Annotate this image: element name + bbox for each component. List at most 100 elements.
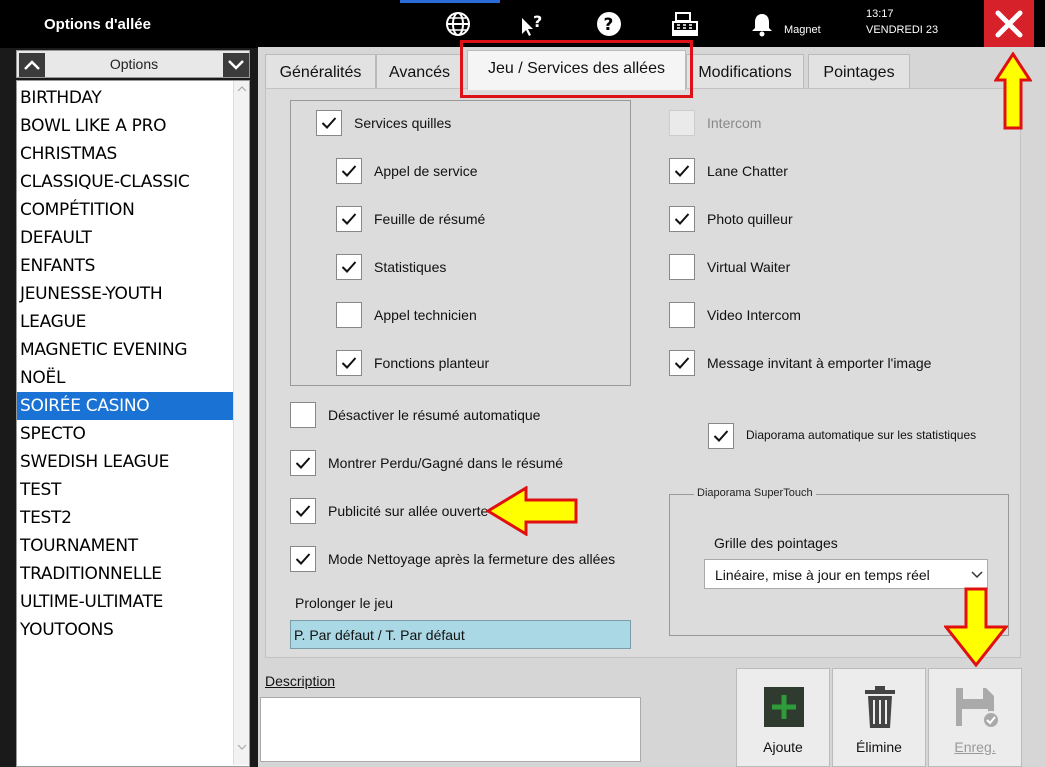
checkmark-icon — [341, 261, 357, 273]
list-item[interactable]: TRADITIONNELLE — [17, 560, 234, 588]
right-option-5-label: Message invitant à emporter l'image — [707, 355, 932, 371]
right-option-5-checkbox[interactable] — [669, 350, 695, 376]
list-scrollbar[interactable] — [233, 81, 249, 765]
trash-icon — [865, 686, 895, 728]
tab-4[interactable]: Pointages — [808, 54, 910, 90]
right-option-3-checkbox[interactable] — [669, 254, 695, 280]
list-item[interactable]: MAGNETIC EVENING — [17, 336, 234, 364]
list-item[interactable]: CLASSIQUE-CLASSIC — [17, 168, 234, 196]
description-label: Description — [265, 673, 335, 689]
svg-text:?: ? — [604, 15, 614, 35]
list-item[interactable]: SPECTO — [17, 420, 234, 448]
list-item[interactable]: TEST2 — [17, 504, 234, 532]
scroll-up-button[interactable] — [19, 53, 45, 77]
lower-option-1-label: Montrer Perdu/Gagné dans le résumé — [328, 455, 564, 471]
right-option-0-label: Intercom — [707, 115, 762, 131]
checkmark-icon — [341, 357, 357, 369]
checkmark-icon — [341, 165, 357, 177]
list-item[interactable]: DEFAULT — [17, 224, 234, 252]
close-icon — [995, 10, 1023, 38]
arrow-up-annotation-icon — [994, 52, 1032, 130]
tab-3[interactable]: Modifications — [686, 54, 804, 90]
service-2-checkbox[interactable] — [336, 254, 362, 280]
list-item[interactable]: JEUNESSE-YOUTH — [17, 280, 234, 308]
list-item[interactable]: ENFANTS — [17, 252, 234, 280]
checkmark-icon — [295, 505, 311, 517]
clock-date: VENDREDI 23 — [866, 24, 939, 36]
arrow-down-annotation-icon — [944, 587, 1008, 667]
services-group — [290, 100, 631, 386]
list-item[interactable]: ULTIME-ULTIMATE — [17, 588, 234, 616]
score-grid-select[interactable]: Linéaire, mise à jour en temps réel — [704, 559, 988, 589]
service-2-label: Statistiques — [374, 259, 447, 275]
list-item[interactable]: SOIRÉE CASINO — [17, 392, 234, 420]
lower-option-0-checkbox[interactable] — [290, 402, 316, 428]
list-item[interactable]: BIRTHDAY — [17, 84, 234, 112]
service-0-checkbox[interactable] — [336, 158, 362, 184]
service-1-label: Feuille de résumé — [374, 211, 486, 227]
tab-1[interactable]: Avancés — [376, 54, 463, 90]
plus-icon — [764, 687, 804, 727]
bell-icon[interactable] — [748, 10, 776, 38]
diaporama-auto-checkbox[interactable] — [708, 423, 734, 449]
list-item[interactable]: TOURNAMENT — [17, 532, 234, 560]
window-title: Options d'allée — [44, 16, 151, 33]
lower-option-3-label: Mode Nettoyage après la fermeture des al… — [328, 551, 616, 567]
services-quilles-checkbox[interactable] — [316, 110, 342, 136]
delete-label: Élimine — [856, 739, 902, 755]
chevron-down-icon — [228, 60, 244, 70]
checkmark-icon — [295, 553, 311, 565]
checkmark-icon — [341, 213, 357, 225]
help-icon[interactable]: ? — [595, 10, 623, 38]
lower-option-0-label: Désactiver le résumé automatique — [328, 407, 541, 423]
checkmark-icon — [674, 357, 690, 369]
service-0-label: Appel de service — [374, 163, 478, 179]
checkmark-icon — [674, 165, 690, 177]
right-option-4-checkbox[interactable] — [669, 302, 695, 328]
delete-button[interactable]: Élimine — [832, 668, 926, 767]
list-item[interactable]: CHRISTMAS — [17, 140, 234, 168]
tab-0[interactable]: Généralités — [265, 54, 376, 90]
cash-register-icon[interactable] — [671, 10, 699, 38]
description-field[interactable] — [260, 697, 641, 762]
svg-text:?: ? — [533, 12, 542, 31]
list-item[interactable]: NOËL — [17, 364, 234, 392]
lower-option-2-checkbox[interactable] — [290, 498, 316, 524]
right-option-1-label: Lane Chatter — [707, 163, 788, 179]
right-option-2-checkbox[interactable] — [669, 206, 695, 232]
prolong-field[interactable]: P. Par défaut / T. Par défaut — [290, 620, 631, 649]
description-label-text: Description — [265, 673, 336, 689]
service-1-checkbox[interactable] — [336, 206, 362, 232]
list-item[interactable]: TEST — [17, 476, 234, 504]
checkmark-icon — [321, 117, 337, 129]
service-3-checkbox[interactable] — [336, 302, 362, 328]
chevron-up-icon — [24, 60, 40, 70]
help-pointer-icon[interactable]: ? — [518, 10, 546, 38]
user-name: Magnet — [784, 24, 821, 36]
list-item[interactable]: YOUTOONS — [17, 616, 234, 644]
scroll-down-button[interactable] — [223, 53, 249, 77]
close-button[interactable] — [984, 0, 1034, 48]
lower-option-3-checkbox[interactable] — [290, 546, 316, 572]
options-list: BIRTHDAY BOWL LIKE A PRO CHRISTMAS CLASSIQU… — [16, 80, 250, 767]
list-item[interactable]: COMPÉTITION — [17, 196, 234, 224]
tab-highlight-frame — [460, 40, 693, 98]
list-item[interactable]: SWEDISH LEAGUE — [17, 448, 234, 476]
add-button[interactable]: Ajoute — [736, 668, 830, 767]
globe-icon[interactable] — [444, 10, 472, 38]
list-item[interactable]: BOWL LIKE A PRO — [17, 112, 234, 140]
list-item[interactable]: LEAGUE — [17, 308, 234, 336]
right-option-1-checkbox[interactable] — [669, 158, 695, 184]
services-quilles-label: Services quilles — [354, 115, 452, 131]
save-button[interactable]: Enreg. — [928, 668, 1022, 767]
service-4-checkbox[interactable] — [336, 350, 362, 376]
checkmark-icon — [713, 430, 729, 442]
prolong-label: Prolonger le jeu — [295, 595, 394, 611]
right-option-2-label: Photo quilleur — [707, 211, 793, 227]
checkmark-icon — [674, 213, 690, 225]
chevron-down-icon — [971, 571, 983, 579]
save-label-text: Enreg. — [954, 739, 996, 755]
lower-option-1-checkbox[interactable] — [290, 450, 316, 476]
right-option-4-label: Video Intercom — [707, 307, 801, 323]
scroll-arrows-icon — [237, 86, 247, 750]
